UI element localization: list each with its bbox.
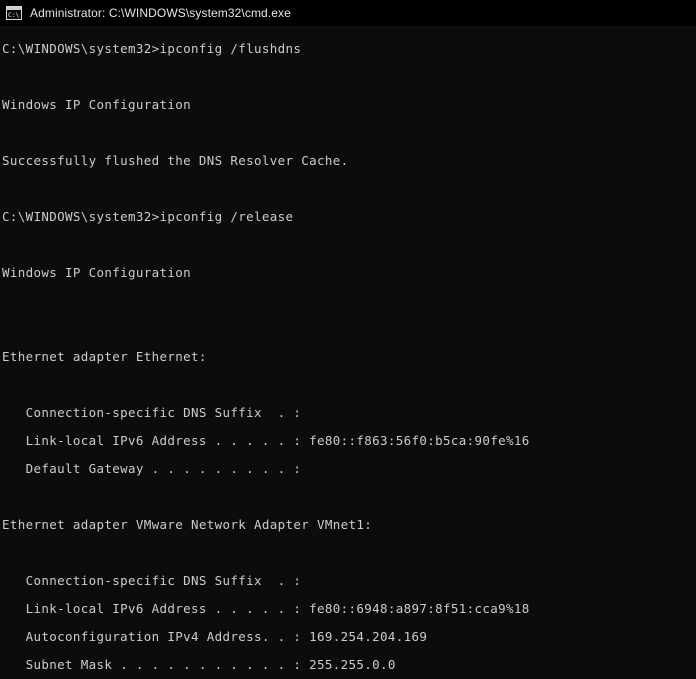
console-line: C:\WINDOWS\system32>ipconfig /release	[2, 209, 294, 224]
console-line: Link-local IPv6 Address . . . . . : fe80…	[2, 433, 530, 448]
console-line: Link-local IPv6 Address . . . . . : fe80…	[2, 601, 530, 616]
console-line: Windows IP Configuration	[2, 97, 192, 112]
console-line: Ethernet adapter Ethernet:	[2, 349, 207, 364]
cmd-window: C:\ Administrator: C:\WINDOWS\system32\c…	[0, 0, 696, 679]
console-line: Connection-specific DNS Suffix . :	[2, 573, 302, 588]
console-text: C:\WINDOWS\system32>ipconfig /flushdns W…	[0, 35, 696, 679]
console-line: Default Gateway . . . . . . . . . :	[2, 461, 302, 476]
console-line: Ethernet adapter VMware Network Adapter …	[2, 517, 373, 532]
console-line: Autoconfiguration IPv4 Address. . : 169.…	[2, 629, 428, 644]
window-title: Administrator: C:\WINDOWS\system32\cmd.e…	[30, 6, 291, 20]
console-output-area[interactable]: C:\WINDOWS\system32>ipconfig /flushdns W…	[0, 27, 696, 679]
console-line: Windows IP Configuration	[2, 265, 192, 280]
cmd-console-icon: C:\	[6, 6, 22, 20]
console-line: Successfully flushed the DNS Resolver Ca…	[2, 153, 349, 168]
console-line: C:\WINDOWS\system32>ipconfig /flushdns	[2, 41, 302, 56]
svg-text:C:\: C:\	[8, 12, 19, 19]
console-line: Subnet Mask . . . . . . . . . . . : 255.…	[2, 657, 396, 672]
console-line: Connection-specific DNS Suffix . :	[2, 405, 302, 420]
title-bar[interactable]: C:\ Administrator: C:\WINDOWS\system32\c…	[0, 0, 696, 27]
